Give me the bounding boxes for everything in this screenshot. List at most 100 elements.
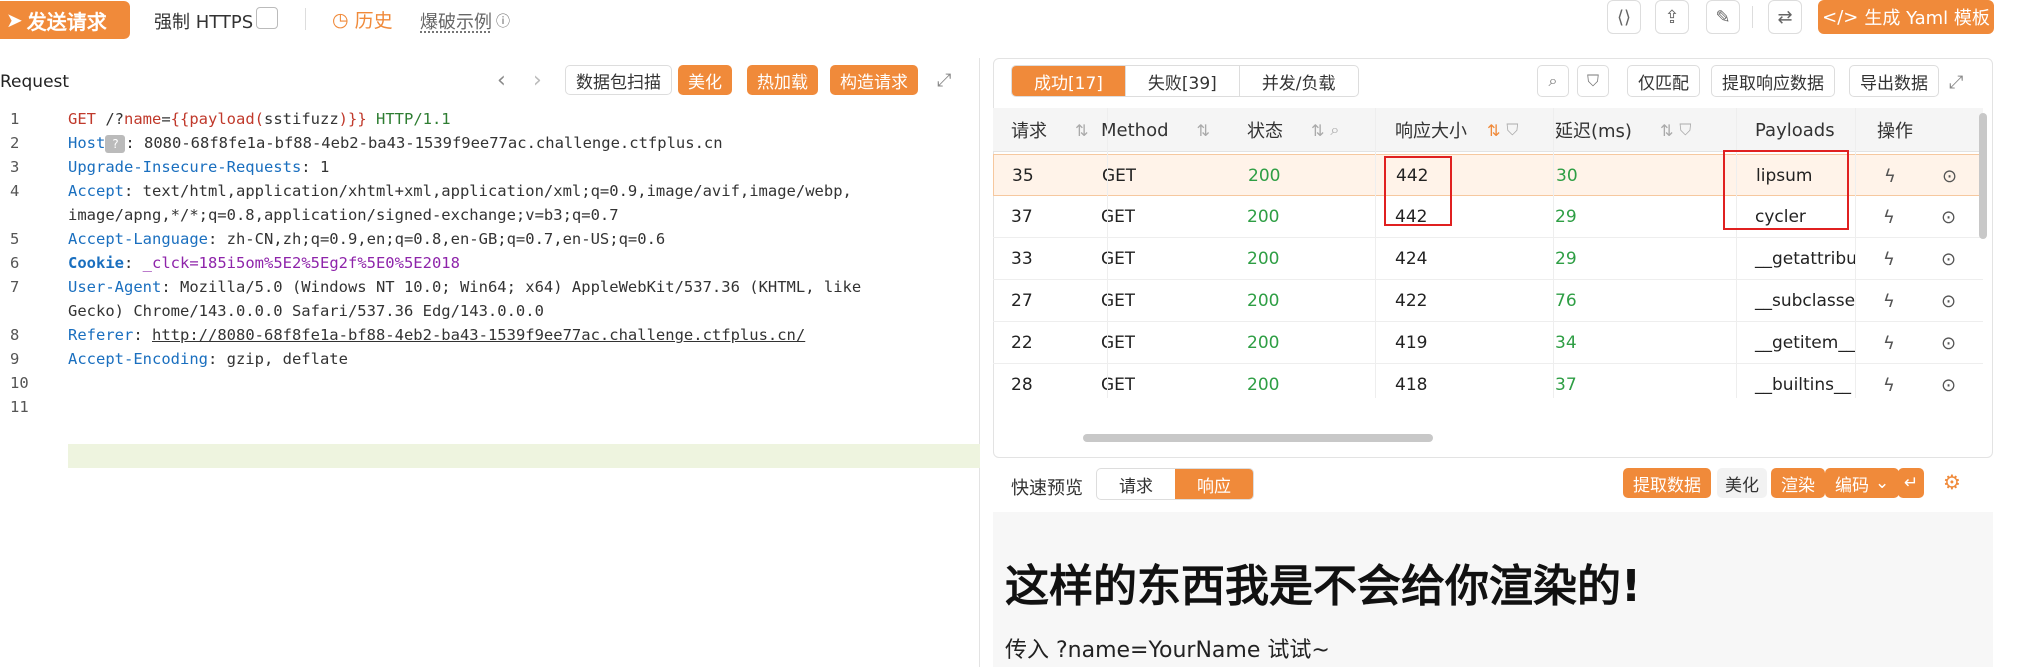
cell-payload: __subclasses_ — [1755, 291, 1855, 311]
hot-reload-button[interactable]: 热加载 — [747, 65, 818, 95]
replay-icon[interactable]: ϟ — [1883, 322, 1895, 364]
tab-response[interactable]: 响应 — [1175, 469, 1253, 499]
replay-icon[interactable]: ϟ — [1883, 364, 1895, 398]
packet-scan-button[interactable]: 数据包扫描 — [565, 65, 672, 95]
replay-icon[interactable]: ϟ — [1884, 155, 1896, 197]
match-only-button[interactable]: 仅匹配 — [1627, 65, 1700, 97]
search-icon[interactable]: ⌕ — [1330, 120, 1339, 140]
cell-size: 419 — [1395, 333, 1428, 353]
open-detail-icon[interactable]: ⊙ — [1941, 238, 1956, 280]
open-detail-icon[interactable]: ⊙ — [1941, 364, 1956, 398]
table-row[interactable]: 28 GET 200 418 37 __builtins__ ϟ ⊙ — [993, 364, 1983, 398]
search-icon[interactable]: ⌕ — [1537, 65, 1569, 97]
table-row[interactable]: 22 GET 200 419 34 __getitem__() ϟ ⊙ — [993, 322, 1983, 364]
preview-heading: 这样的东西我是不会给你渲染的! — [1005, 561, 1642, 612]
sort-icon[interactable]: ⇅ — [1660, 121, 1673, 140]
cell-method: GET — [1101, 333, 1136, 353]
open-detail-icon[interactable]: ⊙ — [1941, 322, 1956, 364]
export-data-button[interactable]: 导出数据 — [1849, 65, 1939, 97]
replay-icon[interactable]: ϟ — [1883, 280, 1895, 322]
open-detail-icon[interactable]: ⊙ — [1942, 155, 1957, 197]
beautify-button[interactable]: 美化 — [678, 65, 732, 95]
line-number: 4 — [10, 182, 20, 200]
preview-toolbar: 快速预览 请求 响应 提取数据 美化 渲染 编码 ⌄ ↵ ⚙ — [993, 458, 1993, 512]
line-number: 1 — [10, 110, 20, 128]
cell-req: 28 — [1011, 375, 1033, 395]
cell-method: GET — [1101, 249, 1136, 269]
cell-status: 200 — [1247, 207, 1280, 227]
cell-status: 200 — [1247, 333, 1280, 353]
replay-icon[interactable]: ϟ — [1883, 196, 1895, 238]
tab-concurrency[interactable]: 并发/负载 — [1240, 66, 1358, 96]
open-detail-icon[interactable]: ⊙ — [1941, 196, 1956, 238]
divider — [305, 8, 306, 30]
expand-icon[interactable]: ⤢ — [937, 70, 951, 91]
sort-icon[interactable]: ⇅ — [1311, 121, 1324, 140]
filter-icon[interactable]: ⛉ — [1577, 65, 1609, 97]
line-number: 5 — [10, 230, 20, 248]
tab-request[interactable]: 请求 — [1097, 469, 1175, 499]
cell-method: GET — [1101, 375, 1136, 395]
beautify-button[interactable]: 美化 — [1717, 468, 1767, 498]
table-header: 请求 ⇅ Method ⇅ 状态 ⇅ ⌕ 响应大小 ⇅ ⛉ 延迟(ms) ⇅ ⛉ Payload… — [993, 108, 1983, 152]
encode-dropdown[interactable]: 编码 ⌄ — [1825, 468, 1900, 498]
col-status[interactable]: 状态 ⇅ ⌕ — [1229, 108, 1339, 152]
code-token: Accept-Language — [68, 230, 208, 248]
filter-icon[interactable]: ⛉ — [1506, 120, 1518, 140]
filter-icon[interactable]: ⛉ — [1679, 120, 1691, 140]
vertical-scrollbar[interactable] — [1979, 113, 1987, 239]
edit-icon[interactable]: ✎ — [1706, 0, 1740, 34]
expand-icon[interactable]: ⤢ — [1949, 72, 1963, 93]
history-button[interactable]: ◷ 历史 — [332, 6, 393, 33]
col-payloads[interactable]: Payloads — [1737, 108, 1835, 152]
wrap-icon[interactable]: ↵ — [1898, 468, 1925, 498]
table-row[interactable]: 27 GET 200 422 76 __subclasses_ ϟ ⊙ — [993, 280, 1983, 322]
host-hint-icon: ? — [105, 134, 126, 153]
code-token: =185i5om%5E2%5Eg2f%5E0%5E2018 — [189, 254, 460, 272]
code-line: Host?: 8080-68f8fe1a-bf88-4eb2-ba43-1539… — [68, 134, 723, 153]
cell-payload: __getitem__() — [1755, 333, 1855, 353]
fuzz-demo-link[interactable]: 爆破示例 ⓘ — [420, 8, 510, 34]
cell-delay: 29 — [1555, 249, 1577, 269]
cell-size: 424 — [1395, 249, 1428, 269]
sort-icon[interactable]: ⇅ — [1197, 121, 1210, 140]
code-token: Accept-Encoding — [68, 350, 208, 368]
extract-data-button[interactable]: 提取数据 — [1623, 468, 1711, 498]
col-size[interactable]: 响应大小 ⇅ ⛉ — [1377, 108, 1518, 152]
export-icon[interactable]: ⇪ — [1655, 0, 1689, 34]
prev-arrow-icon[interactable]: ‹ — [497, 68, 506, 93]
tab-failed[interactable]: 失败[39] — [1126, 66, 1240, 96]
cell-req: 27 — [1011, 291, 1033, 311]
col-delay[interactable]: 延迟(ms) ⇅ ⛉ — [1537, 108, 1691, 152]
col-method[interactable]: Method ⇅ — [1083, 108, 1210, 152]
help-icon: ⓘ — [496, 14, 510, 30]
gear-icon[interactable]: ⚙ — [1943, 470, 1961, 494]
generate-yaml-button[interactable]: </> 生成 Yaml 模板 — [1818, 0, 1994, 34]
build-request-button[interactable]: 构造请求 — [830, 65, 918, 95]
col-delay-label: 延迟(ms) — [1555, 121, 1632, 142]
code-token: Gecko) Chrome/143.0.0.0 Safari/537.36 Ed… — [68, 302, 544, 320]
extract-response-button[interactable]: 提取响应数据 — [1711, 65, 1835, 97]
chevron-down-icon: ⌄ — [1875, 473, 1890, 493]
cell-delay: 29 — [1555, 207, 1577, 227]
code-token: {{payload( — [170, 110, 264, 128]
replay-icon[interactable]: ϟ — [1883, 238, 1895, 280]
size-highlight-box — [1384, 156, 1452, 226]
cell-req: 33 — [1011, 249, 1033, 269]
open-detail-icon[interactable]: ⊙ — [1941, 280, 1956, 322]
code-editor[interactable]: 1 GET /?name={{payload(sstifuzz)}} HTTP/1… — [0, 106, 980, 667]
horizontal-scrollbar[interactable] — [1083, 434, 1433, 442]
share-icon[interactable]: ⟨⟩ — [1607, 0, 1641, 34]
code-line: Gecko) Chrome/143.0.0.0 Safari/537.36 Ed… — [68, 302, 544, 320]
cell-size: 418 — [1395, 375, 1428, 395]
table-row[interactable]: 33 GET 200 424 29 __getattribut ϟ ⊙ — [993, 238, 1983, 280]
force-https-checkbox[interactable] — [256, 7, 278, 29]
col-request[interactable]: 请求 ⇅ — [993, 108, 1088, 152]
send-request-button[interactable]: ➤ 发送请求 — [0, 1, 130, 39]
cell-req: 22 — [1011, 333, 1033, 353]
next-arrow-icon[interactable]: › — [533, 68, 542, 93]
tab-success[interactable]: 成功[17] — [1012, 66, 1126, 96]
swap-icon[interactable]: ⇄ — [1768, 0, 1802, 34]
sort-icon[interactable]: ⇅ — [1487, 121, 1500, 140]
render-button[interactable]: 渲染 — [1771, 468, 1825, 498]
